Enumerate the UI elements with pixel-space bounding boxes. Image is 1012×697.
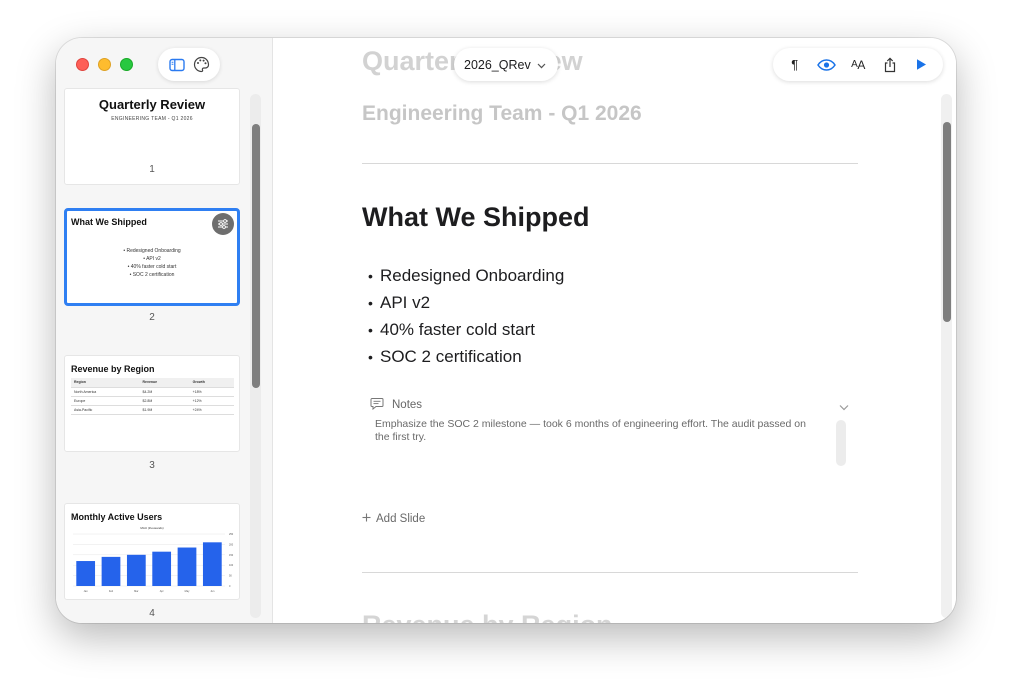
slide-editor: Quarterly Review Engineering Team - Q1 2… [273,38,956,623]
slide-number: 4 [149,608,155,619]
chart-y-tick: 250 [229,533,234,536]
chart-x-tick: Feb [109,590,114,593]
thumbnail-bullets: • Redesigned Onboarding • API v2 • 40% f… [67,247,237,279]
slide-bullets[interactable]: Redesigned Onboarding API v2 40% faster … [368,262,564,370]
table-header: Revenue [139,378,190,388]
table-cell: $1.9M [139,405,190,415]
chart-bar [126,554,146,586]
thumbnail-bullet: • SOC 2 certification [129,272,175,278]
thumbnail-bullet: • Redesigned Onboarding [123,248,181,254]
next-slide-title[interactable]: Revenue by Region [362,610,613,623]
text-size-icon[interactable]: AA [848,55,868,75]
eye-icon[interactable] [816,55,836,75]
table-cell: $4.2M [139,387,190,397]
document-name: 2026_QRev [464,57,531,72]
table-cell: North America [71,387,140,397]
notes-header[interactable]: Notes [370,397,422,413]
table-cell: $2.8M [139,396,190,406]
document-title-menu[interactable]: 2026_QRev [454,48,558,81]
notes-scrollbar[interactable] [836,420,846,466]
pilcrow-icon[interactable]: ¶ [785,55,805,75]
bullet-item[interactable]: API v2 [368,289,564,316]
slide-divider [362,163,858,164]
chart-x-tick: Jun [210,590,215,593]
editor-toolbar: ¶ AA [773,48,943,81]
add-slide-button[interactable]: Add Slide [362,513,425,525]
table-cell: Asia-Pacific [71,405,140,415]
play-icon[interactable] [911,55,931,75]
thumbnail-title: Revenue by Region [71,364,155,374]
slide-options-icon[interactable] [212,213,234,235]
table-cell: +18% [189,387,234,397]
slide-thumbnail-3[interactable]: Revenue by Region Region Revenue Growth … [64,355,240,452]
thumbnail-bullet: • 40% faster cold start [127,264,177,270]
table-header: Region [71,378,140,388]
sidebar-toolbar [56,38,273,92]
chart-x-tick: May [185,590,190,593]
chart-y-tick: 0 [229,585,231,588]
zoom-button[interactable] [120,58,133,71]
bullet-item[interactable]: Redesigned Onboarding [368,262,564,289]
thumbnail-title: Quarterly Review [98,97,206,112]
table-cell: +12% [189,396,234,406]
text-size-large: A [857,57,865,72]
bullet-item[interactable]: SOC 2 certification [368,343,564,370]
thumbnail-title: What We Shipped [71,217,147,227]
chart-bar [76,561,96,586]
navigator-scrollbar-thumb[interactable] [252,124,260,388]
thumbnail-table: Region Revenue Growth North America $4.2… [71,378,234,415]
slide-number: 2 [149,312,155,323]
add-slide-label: Add Slide [376,513,426,525]
speaker-notes[interactable]: Emphasize the SOC 2 milestone — took 6 m… [375,418,815,444]
table-header: Growth [189,378,234,388]
sidebar-tools [158,48,220,81]
slide-number: 1 [149,164,155,175]
chart-x-tick: Apr [160,590,164,593]
chart-y-tick: 100 [229,564,234,567]
notes-label: Notes [392,399,423,411]
chart-bar [202,542,222,586]
chart-bar [101,556,121,586]
notes-icon [370,397,384,413]
mau-bar-chart: 0 50 100 150 200 250 Jan Feb Mar Apr May Jun [73,533,234,593]
editor-scrollbar-thumb[interactable] [943,122,951,322]
minimize-button[interactable] [98,58,111,71]
sidebar-icon[interactable] [167,55,187,75]
table-cell: +24% [189,405,234,415]
slide-divider [362,572,858,573]
chevron-down-icon [537,58,546,72]
chevron-down-icon[interactable] [839,398,849,416]
table-row: Asia-Pacific $1.9M +24% [71,405,234,415]
chart-bar [177,547,197,586]
chart-x-tick: Jan [84,590,89,593]
chart-bar [152,551,172,586]
slide-navigator: Quarterly Review ENGINEERING TEAM - Q1 2… [56,38,273,623]
table-row: North America $4.2M +18% [71,387,234,397]
table-cell: Europe [71,396,140,406]
thumbnail-bullet: • API v2 [143,256,161,262]
chart-y-tick: 200 [229,543,234,546]
slide-thumbnail-2[interactable]: What We Shipped • Redesigned Onboarding … [64,208,240,306]
chart-x-tick: Mar [134,590,138,593]
slide-thumbnail-4[interactable]: Monthly Active Users MAU (thousands) 0 50… [64,503,240,600]
previous-slide-subtitle[interactable]: Engineering Team - Q1 2026 [362,102,642,126]
table-row: Europe $2.8M +12% [71,396,234,406]
palette-icon[interactable] [192,55,212,75]
plus-icon [362,513,371,525]
bullet-item[interactable]: 40% faster cold start [368,316,564,343]
thumbnail-subtitle: ENGINEERING TEAM - Q1 2026 [111,116,193,122]
slide-title[interactable]: What We Shipped [362,202,590,233]
app-window: Quarterly Review ENGINEERING TEAM - Q1 2… [56,38,956,623]
share-icon[interactable] [880,55,900,75]
chart-y-tick: 50 [229,575,232,578]
close-button[interactable] [76,58,89,71]
slide-number: 3 [149,460,155,471]
chart-y-tick: 150 [229,554,234,557]
